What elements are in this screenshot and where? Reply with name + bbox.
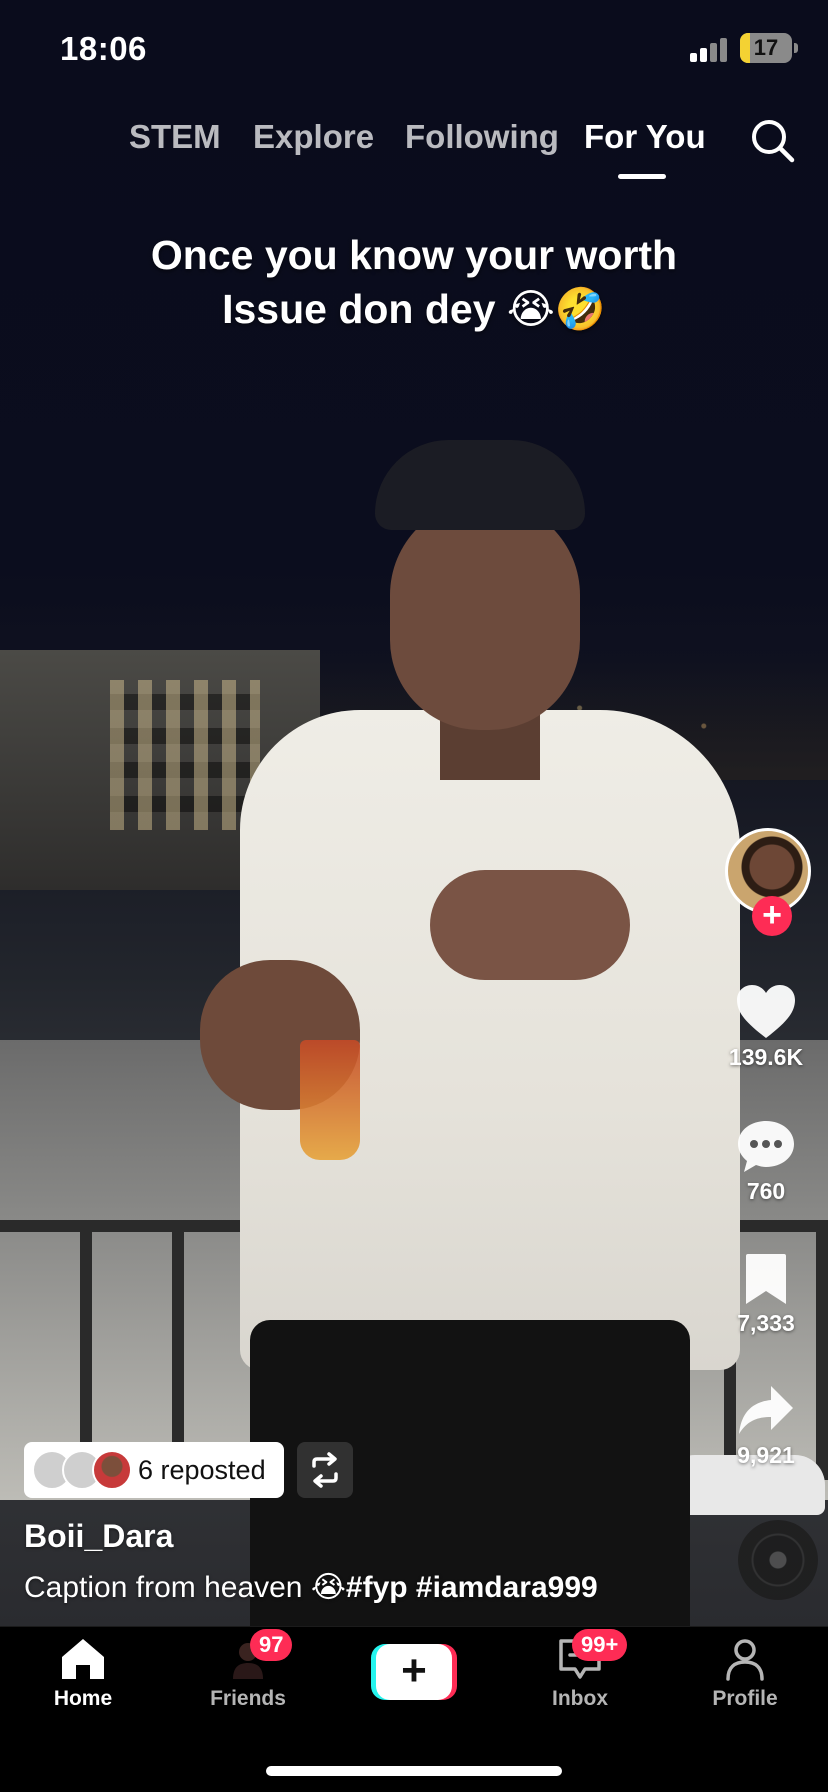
signal-icon (690, 38, 728, 62)
nav-friends[interactable]: Friends (178, 1637, 318, 1711)
black-cap (375, 440, 585, 530)
status-bar: 18:06 17 (0, 0, 828, 100)
battery-level: 17 (753, 35, 779, 60)
tab-following[interactable]: Following (405, 118, 559, 156)
create-post-button[interactable]: + (371, 1644, 457, 1700)
inbox-badge: 99+ (572, 1629, 628, 1661)
like-count: 139.6K (728, 1044, 804, 1070)
reposter-avatars (32, 1450, 132, 1490)
follow-plus-button[interactable]: + (752, 896, 792, 936)
tab-explore[interactable]: Explore (253, 118, 374, 156)
nav-profile-label: Profile (712, 1687, 778, 1710)
repost-button[interactable] (297, 1442, 353, 1498)
caption-hashtags[interactable]: #fyp #iamdara999 (346, 1571, 598, 1604)
status-time: 18:06 (60, 30, 147, 67)
nav-home-label: Home (53, 1687, 113, 1710)
subject-head (390, 500, 580, 730)
video-overlay-text: Once you know your worth Issue don dey 😭… (0, 228, 828, 336)
creator-avatar[interactable]: + (725, 828, 811, 936)
reposter-avatar (92, 1450, 132, 1490)
comment-button[interactable]: 760 (720, 1118, 812, 1205)
repost-label: 6 reposted (138, 1455, 266, 1485)
bookmark-button[interactable]: 7,333 (720, 1252, 812, 1337)
repost-icon (312, 1452, 338, 1488)
overlay-line-1: Once you know your worth (150, 232, 678, 278)
bookmark-icon (746, 1254, 786, 1304)
nav-profile[interactable]: Profile (675, 1637, 815, 1711)
profile-icon (726, 1639, 764, 1681)
plus-icon: + (376, 1644, 452, 1700)
overlay-line-2: Issue don dey 😭🤣 (222, 286, 606, 332)
comment-count: 760 (746, 1178, 786, 1204)
comment-icon (738, 1121, 794, 1172)
search-icon[interactable] (750, 118, 796, 164)
heart-icon (737, 985, 795, 1038)
share-button[interactable]: 9,921 (720, 1384, 812, 1469)
nav-friends-label: Friends (210, 1687, 286, 1710)
music-disc-icon[interactable] (738, 1520, 818, 1600)
bookmark-count: 7,333 (737, 1310, 795, 1336)
caption-text: Caption from heaven 😭 (24, 1571, 346, 1604)
home-indicator[interactable] (266, 1766, 562, 1776)
tab-for-you[interactable]: For You (584, 118, 706, 156)
home-icon (62, 1639, 104, 1679)
pointing-arm (430, 870, 630, 980)
active-tab-indicator (618, 174, 666, 179)
nav-home[interactable]: Home (13, 1637, 153, 1711)
friends-badge: 97 (250, 1629, 293, 1661)
creator-username[interactable]: Boii_Dara (24, 1518, 173, 1555)
share-count: 9,921 (737, 1442, 795, 1468)
post-caption: Caption from heaven 😭#fyp #iamdara999 (24, 1570, 598, 1605)
drink-cup (300, 1040, 360, 1160)
tab-stem[interactable]: STEM (129, 118, 221, 156)
feed-tabs: STEM Explore Following For You (0, 118, 828, 188)
battery-tip (794, 43, 798, 53)
share-arrow-icon (739, 1386, 793, 1434)
like-button[interactable]: 139.6K (720, 984, 812, 1071)
repost-pill[interactable]: 6 reposted (24, 1442, 284, 1498)
nav-inbox-label: Inbox (552, 1687, 608, 1710)
battery-icon: 17 (740, 33, 792, 63)
